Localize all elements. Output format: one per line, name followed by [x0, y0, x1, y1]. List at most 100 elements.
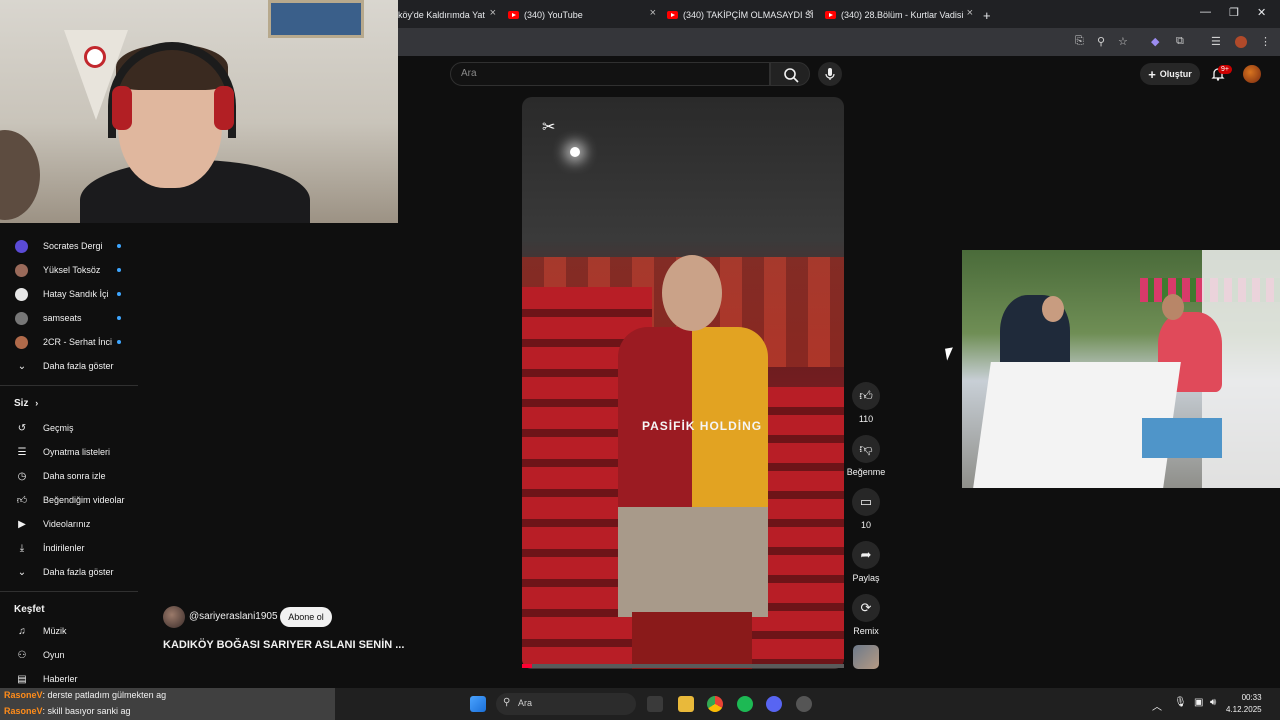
sidebar-subscription[interactable]: samseats — [0, 306, 140, 330]
volume-icon[interactable]: 🔊︎ — [1210, 697, 1216, 708]
sidebar-item-watch-later[interactable]: ◷ Daha sonra izle — [0, 464, 140, 488]
show-more-label: Daha fazla göster — [43, 567, 114, 577]
dislike-button[interactable]: 👎︎ Beğenme — [846, 435, 886, 477]
like-button[interactable]: 👍︎ 110 — [848, 382, 884, 424]
tray-chevron-icon[interactable]: ︿ — [1152, 698, 1162, 713]
browser-tab[interactable]: (340) YouTube × — [508, 4, 656, 26]
chat-text: : skill basıyor sanki ag — [42, 706, 131, 716]
headset-earcup-right — [214, 86, 234, 130]
sidebar-item-your-videos[interactable]: ▶ Videolarınız — [0, 512, 140, 536]
audio-thumbnail[interactable] — [853, 645, 879, 669]
spotify-icon[interactable] — [737, 696, 753, 712]
microphone-tray-icon[interactable]: 🎙︎ — [1174, 697, 1187, 708]
channel-name[interactable]: @sariyeraslani1905 — [189, 611, 278, 622]
menu-icon[interactable]: ⋮ — [1260, 35, 1271, 48]
share-button[interactable]: ➦ Paylaş — [848, 541, 884, 583]
puzzle-icon[interactable]: ⧉ — [1176, 35, 1184, 48]
close-icon[interactable]: × — [490, 7, 496, 19]
subscription-name: Yüksel Toksöz — [43, 265, 101, 275]
subscription-name: samseats — [43, 313, 82, 323]
tab-title: (340) TAKİPÇİM OLMASAYDI Sİ — [683, 10, 813, 20]
discord-icon[interactable] — [766, 696, 782, 712]
sidebar-item-label: Haberler — [43, 674, 78, 684]
channel-avatar — [15, 311, 28, 325]
short-title[interactable]: KADIKÖY BOĞASI SARIYER ASLANI SENİN ... — [163, 639, 404, 651]
create-button[interactable]: + Oluştur — [1140, 63, 1200, 85]
close-icon[interactable]: × — [807, 7, 813, 19]
sidebar-item-playlists[interactable]: ☰ Oynatma listeleri — [0, 440, 140, 464]
thumbs-up-icon: 👍︎ — [16, 495, 28, 506]
chevron-down-icon: ⌄ — [17, 566, 27, 578]
show-more-subscriptions[interactable]: ⌄ Daha fazla göster — [0, 354, 140, 378]
news-icon: ▤ — [17, 673, 27, 685]
new-content-dot — [117, 316, 121, 320]
sidebar-item-liked-videos[interactable]: 👍︎ Beğendiğim videolar — [0, 488, 140, 512]
new-content-dot — [117, 268, 121, 272]
subscribe-button[interactable]: Abone ol — [280, 607, 332, 627]
mouse-cursor — [945, 347, 955, 361]
voice-search-button[interactable] — [818, 62, 842, 86]
sidebar-item-gaming[interactable]: ⚇ Oyun — [0, 643, 140, 667]
like-count: 110 — [858, 414, 874, 424]
show-more-you[interactable]: ⌄ Daha fazla göster — [0, 560, 140, 584]
sidebar-item-music[interactable]: ♫ Müzik — [0, 619, 140, 643]
youtube-icon — [667, 11, 678, 19]
thumbs-up-icon: 👍︎ — [852, 382, 880, 410]
extension-icon[interactable]: ◆ — [1151, 35, 1159, 48]
download-icon: ⤓ — [19, 542, 25, 554]
address-bar[interactable] — [398, 28, 1280, 56]
subscription-name: Socrates Dergi — [43, 241, 103, 251]
search-input[interactable]: Ara — [450, 62, 770, 86]
youtube-icon — [508, 11, 519, 19]
show-more-label: Daha fazla göster — [43, 361, 114, 371]
close-icon[interactable]: × — [967, 7, 973, 19]
sidebar-item-label: Geçmiş — [43, 423, 74, 433]
minimize-icon[interactable]: — — [1200, 6, 1211, 18]
new-tab-button[interactable]: + — [983, 4, 991, 26]
divider — [0, 385, 138, 386]
channel-avatar — [15, 287, 28, 301]
video-progress-bar[interactable] — [522, 664, 844, 668]
sidebar-item-downloads[interactable]: ⤓ İndirilenler — [0, 536, 140, 560]
sidebar-subscription[interactable]: Yüksel Toksöz — [0, 258, 140, 282]
youtube-icon — [825, 11, 836, 19]
chat-message: RasoneV: derste patladım gülmekten ag — [0, 688, 335, 704]
new-content-dot — [117, 292, 121, 296]
file-explorer-icon[interactable] — [678, 696, 694, 712]
chrome-icon[interactable] — [707, 696, 723, 712]
taskbar-clock[interactable]: 00:33 4.12.2025 — [1226, 692, 1262, 716]
channel-avatar[interactable] — [163, 606, 185, 628]
bookmark-star-icon[interactable]: ☆ — [1118, 35, 1128, 48]
search-icon — [784, 68, 799, 83]
profile-avatar[interactable] — [1235, 36, 1247, 48]
account-avatar[interactable] — [1243, 65, 1261, 83]
obs-icon[interactable] — [796, 696, 812, 712]
chat-text: : derste patladım gülmekten ag — [42, 690, 167, 700]
close-icon[interactable]: × — [650, 7, 656, 19]
sidebar-item-history[interactable]: ↺ Geçmiş — [0, 416, 140, 440]
network-icon[interactable]: ▣ — [1194, 697, 1203, 708]
sidebar-subscription[interactable]: 2CR - Serhat İnci — [0, 330, 140, 354]
taskbar-search[interactable]: Ara — [496, 693, 636, 715]
browser-tab[interactable]: (340) 28.Bölüm - Kurtlar Vadisi × — [825, 4, 973, 26]
install-icon[interactable]: ⎘ — [1075, 35, 1084, 48]
windows-start-icon[interactable] — [470, 696, 486, 712]
short-video-player[interactable]: ✂ PASİFİK HOLDİNG — [522, 97, 844, 669]
sidebar-subscription[interactable]: Socrates Dergi — [0, 234, 140, 258]
divider — [0, 591, 138, 592]
you-section-title[interactable]: Siz › — [14, 398, 38, 409]
zoom-icon[interactable]: ⚲ — [1097, 35, 1105, 48]
restore-icon[interactable]: ❐ — [1229, 6, 1239, 19]
sidebar-item-label: Oynatma listeleri — [43, 447, 111, 457]
browser-tab[interactable]: (340) TAKİPÇİM OLMASAYDI Sİ × — [667, 4, 813, 26]
task-view-icon[interactable] — [647, 696, 663, 712]
sidebar-subscription[interactable]: Hatay Sandık İçi — [0, 282, 140, 306]
thumbs-down-icon: 👎︎ — [852, 435, 880, 463]
media-controls-icon[interactable]: ☰ — [1211, 35, 1221, 48]
comments-button[interactable]: ▭ 10 — [848, 488, 884, 530]
search-button[interactable] — [770, 62, 810, 86]
browser-tab[interactable]: köy'de Kaldırımda Yat × — [398, 4, 498, 26]
comment-count: 10 — [860, 520, 871, 530]
remix-button[interactable]: ⟳ Remix — [848, 594, 884, 636]
close-window-icon[interactable]: ✕ — [1257, 6, 1266, 19]
